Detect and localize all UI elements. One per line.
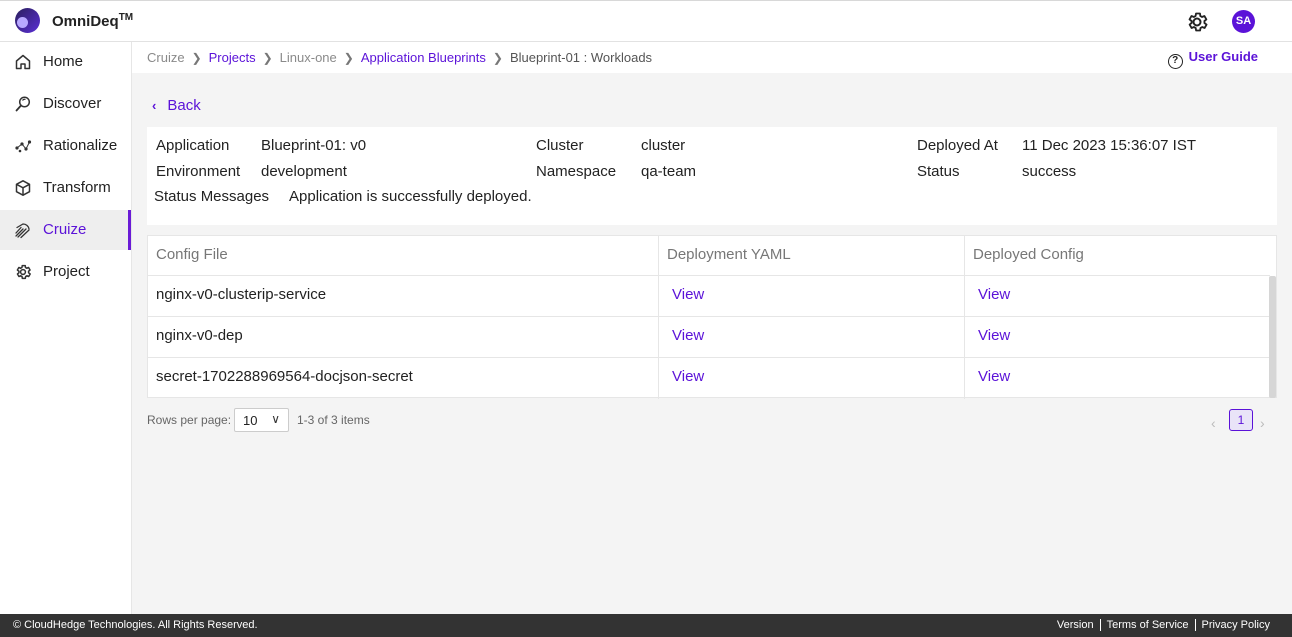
rationalize-icon (15, 140, 32, 153)
table-row: nginx-v0-clusterip-service View View (148, 275, 1270, 316)
column-header-deployment-yaml[interactable]: Deployment YAML (667, 246, 791, 263)
sidebar-item-label: Home (43, 53, 84, 70)
chevron-right-icon: ❯ (492, 51, 503, 65)
environment-value: development (261, 163, 347, 180)
config-file-cell: secret-1702288969564-docjson-secret (156, 368, 413, 385)
chevron-left-icon: ‹ (152, 98, 157, 113)
brand-trademark: TM (118, 12, 134, 23)
footer: © CloudHedge Technologies. All Rights Re… (0, 614, 1292, 637)
brand-name[interactable]: OmniDeqTM (52, 12, 133, 30)
copyright-text: © CloudHedge Technologies. All Rights Re… (13, 619, 258, 631)
sidebar-item-label: Cruize (43, 221, 87, 238)
top-header: OmniDeqTM SA (0, 0, 1292, 42)
namespace-label: Namespace (536, 163, 617, 180)
chevron-down-icon: ∨ (271, 412, 280, 426)
brand-text: OmniDeq (52, 13, 119, 30)
sidebar-item-project[interactable]: Project (0, 252, 131, 292)
chevron-right-icon: ❯ (343, 51, 354, 65)
view-deployment-yaml-link[interactable]: View (672, 327, 704, 344)
discover-icon (15, 96, 31, 112)
breadcrumb-projects[interactable]: Projects (209, 50, 256, 65)
breadcrumb-current: Blueprint-01 : Workloads (509, 50, 653, 65)
column-header-deployed-config[interactable]: Deployed Config (973, 246, 1084, 263)
sidebar-item-cruize[interactable]: Cruize (0, 210, 131, 250)
footer-link-terms[interactable]: Terms of Service (1099, 619, 1195, 631)
deployed-at-value: 11 Dec 2023 15:36:07 IST (1022, 137, 1197, 154)
user-guide-link[interactable]: ? User Guide (1167, 49, 1258, 69)
workloads-table: Config File Deployment YAML Deployed Con… (147, 235, 1277, 399)
rows-per-page-select[interactable]: 10 ∨ (234, 408, 289, 432)
view-deployment-yaml-link[interactable]: View (672, 368, 704, 385)
status-messages-label: Status Messages (154, 188, 270, 205)
user-avatar[interactable]: SA (1232, 10, 1255, 33)
pagination-range: 1-3 of 3 items (297, 413, 370, 427)
rows-per-page-value: 10 (243, 413, 258, 428)
table-row: nginx-v0-dep View View (148, 316, 1270, 357)
sidebar: Home Discover Rationalize Transform Crui… (0, 42, 132, 614)
config-file-cell: nginx-v0-clusterip-service (156, 286, 327, 303)
help-circle-icon: ? (1167, 54, 1183, 69)
sidebar-item-label: Project (43, 263, 90, 280)
home-icon (15, 54, 31, 70)
sidebar-item-home[interactable]: Home (0, 42, 131, 82)
next-page-icon[interactable]: › (1260, 415, 1265, 431)
gear-icon (16, 264, 31, 280)
chevron-right-icon: ❯ (191, 51, 202, 65)
sidebar-item-transform[interactable]: Transform (0, 168, 131, 208)
sidebar-item-label: Rationalize (43, 137, 118, 154)
page-number-button[interactable]: 1 (1229, 409, 1253, 431)
deployed-at-label: Deployed At (917, 137, 998, 154)
table-row: secret-1702288969564-docjson-secret View… (148, 357, 1270, 398)
sidebar-item-rationalize[interactable]: Rationalize (0, 126, 131, 166)
column-header-config-file[interactable]: Config File (156, 246, 228, 263)
breadcrumb-application-blueprints[interactable]: Application Blueprints (361, 50, 486, 65)
back-label: Back (167, 97, 201, 114)
cluster-value: cluster (641, 137, 686, 154)
footer-link-version[interactable]: Version (1051, 619, 1100, 631)
breadcrumb: Cruize ❯ Projects ❯ Linux-one ❯ Application Bl… (147, 50, 652, 65)
cluster-label: Cluster (536, 137, 584, 154)
previous-page-icon[interactable]: ‹ (1211, 415, 1216, 431)
view-deployment-yaml-link[interactable]: View (672, 286, 704, 303)
view-deployed-config-link[interactable]: View (978, 368, 1010, 385)
breadcrumb-linux-one[interactable]: Linux-one (280, 50, 337, 65)
status-value: success (1022, 163, 1077, 180)
sidebar-item-label: Discover (43, 95, 102, 112)
footer-links: Version Terms of Service Privacy Policy (1051, 619, 1276, 631)
status-label: Status (917, 163, 960, 180)
config-file-cell: nginx-v0-dep (156, 327, 243, 344)
deployment-details: Application Blueprint-01: v0 Environment… (147, 127, 1277, 225)
table-scrollbar[interactable] (1269, 276, 1276, 398)
view-deployed-config-link[interactable]: View (978, 327, 1010, 344)
chevron-right-icon: ❯ (262, 51, 273, 65)
application-label: Application (156, 137, 230, 154)
sidebar-item-label: Transform (43, 179, 111, 196)
user-guide-label: User Guide (1188, 49, 1258, 64)
cube-icon (15, 180, 31, 196)
status-messages-value: Application is successfully deployed. (289, 188, 532, 205)
breadcrumb-bar: Cruize ❯ Projects ❯ Linux-one ❯ Application Bl… (132, 42, 1292, 73)
namespace-value: qa-team (641, 163, 697, 180)
back-button[interactable]: ‹ Back (152, 97, 201, 114)
cruize-icon (15, 223, 30, 239)
footer-link-privacy[interactable]: Privacy Policy (1194, 619, 1276, 631)
application-value: Blueprint-01: v0 (261, 137, 367, 154)
environment-label: Environment (156, 163, 241, 180)
view-deployed-config-link[interactable]: View (978, 286, 1010, 303)
rows-per-page-label: Rows per page: (147, 413, 232, 427)
omnideq-logo[interactable] (15, 8, 40, 33)
sidebar-item-discover[interactable]: Discover (0, 84, 131, 124)
breadcrumb-cruize[interactable]: Cruize (147, 50, 185, 65)
settings-gear-icon[interactable] (1185, 10, 1209, 34)
